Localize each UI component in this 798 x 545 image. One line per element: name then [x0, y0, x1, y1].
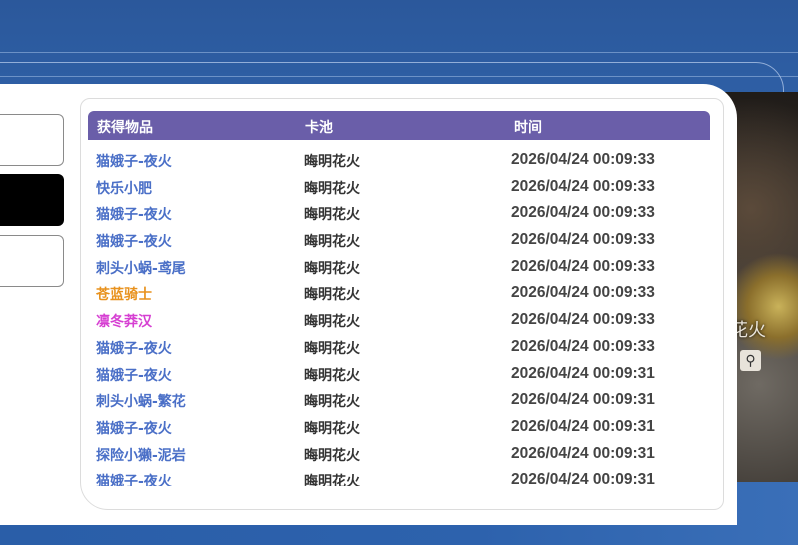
- item-name: 探险小獭-泥岩: [96, 447, 186, 464]
- table-row: 凛冬莽汉 晦明花火 2026/04/24 00:09:33: [81, 308, 723, 335]
- decor-stripe: [0, 52, 798, 53]
- table-row: 猫娥子-夜火 晦明花火 2026/04/24 00:09:33: [81, 201, 723, 228]
- pool-name: 晦明花火: [304, 420, 360, 437]
- draw-time: 2026/04/24 00:09:31: [511, 417, 655, 435]
- pool-name: 晦明花火: [304, 367, 360, 384]
- table-row: 猫娥子-夜火 晦明花火 2026/04/24 00:09:31: [81, 362, 723, 389]
- list-header: 获得物品 卡池 时间: [88, 111, 710, 140]
- side-tab-2-active[interactable]: [0, 174, 64, 226]
- draw-time: 2026/04/24 00:09:31: [511, 471, 655, 486]
- search-icon[interactable]: ⚲: [740, 350, 761, 371]
- table-row: 刺头小蜗-鸢尾 晦明花火 2026/04/24 00:09:33: [81, 255, 723, 282]
- draw-time: 2026/04/24 00:09:31: [511, 444, 655, 462]
- item-name: 凛冬莽汉: [96, 314, 152, 331]
- pool-name: 晦明花火: [304, 287, 360, 304]
- pool-name: 晦明花火: [304, 234, 360, 251]
- item-name: 猫娥子-夜火: [96, 234, 172, 251]
- column-header-pool: 卡池: [305, 120, 333, 136]
- draw-time: 2026/04/24 00:09:33: [511, 257, 655, 275]
- draw-time: 2026/04/24 00:09:33: [511, 231, 655, 249]
- item-name: 猫娥子-夜火: [96, 474, 172, 486]
- history-rows[interactable]: 猫娥子-夜火 晦明花火 2026/04/24 00:09:33 快乐小肥 晦明花火 202…: [81, 148, 723, 486]
- item-name: 猫娥子-夜火: [96, 420, 172, 437]
- draw-time: 2026/04/24 00:09:33: [511, 337, 655, 355]
- table-row: 猫娥子-夜火 晦明花火 2026/04/24 00:09:31: [81, 415, 723, 442]
- item-name: 刺头小蜗-鸢尾: [96, 260, 186, 277]
- item-name: 猫娥子-夜火: [96, 207, 172, 224]
- draw-history-list: 获得物品 卡池 时间 猫娥子-夜火 晦明花火 2026/04/24 00:09:33…: [80, 98, 724, 510]
- side-tab-1[interactable]: [0, 114, 64, 166]
- pool-name: 晦明花火: [304, 180, 360, 197]
- pool-name: 晦明花火: [304, 260, 360, 277]
- item-name: 猫娥子-夜火: [96, 367, 172, 384]
- table-row: 猫娥子-夜火 晦明花火 2026/04/24 00:09:33: [81, 335, 723, 362]
- draw-time: 2026/04/24 00:09:33: [511, 151, 655, 168]
- table-row: 快乐小肥 晦明花火 2026/04/24 00:09:33: [81, 175, 723, 202]
- table-row: 猫娥子-夜火 晦明花火 2026/04/24 00:09:31: [81, 468, 723, 486]
- item-name: 猫娥子-夜火: [96, 154, 172, 170]
- item-name: 苍蓝骑士: [96, 287, 152, 304]
- table-row: 猫娥子-夜火 晦明花火 2026/04/24 00:09:33: [81, 228, 723, 255]
- draw-time: 2026/04/24 00:09:33: [511, 177, 655, 195]
- pool-name: 晦明花火: [304, 154, 360, 170]
- pool-name: 晦明花火: [304, 474, 360, 486]
- pool-name: 晦明花火: [304, 314, 360, 331]
- pool-name: 晦明花火: [304, 207, 360, 224]
- table-row: 刺头小蜗-繁花 晦明花火 2026/04/24 00:09:31: [81, 388, 723, 415]
- item-name: 猫娥子-夜火: [96, 340, 172, 357]
- draw-time: 2026/04/24 00:09:33: [511, 311, 655, 329]
- pool-name: 晦明花火: [304, 447, 360, 464]
- table-row: 探险小獭-泥岩 晦明花火 2026/04/24 00:09:31: [81, 442, 723, 469]
- table-row: 苍蓝骑士 晦明花火 2026/04/24 00:09:33: [81, 281, 723, 308]
- side-tab-3[interactable]: [0, 235, 64, 287]
- item-name: 快乐小肥: [96, 180, 152, 197]
- column-header-item: 获得物品: [97, 120, 153, 136]
- item-name: 刺头小蜗-繁花: [96, 394, 186, 411]
- column-header-time: 时间: [514, 120, 542, 136]
- table-row: 猫娥子-夜火 晦明花火 2026/04/24 00:09:33: [81, 148, 723, 175]
- pool-name: 晦明花火: [304, 340, 360, 357]
- pool-name: 晦明花火: [304, 394, 360, 411]
- draw-time: 2026/04/24 00:09:31: [511, 364, 655, 382]
- draw-time: 2026/04/24 00:09:31: [511, 391, 655, 409]
- draw-time: 2026/04/24 00:09:33: [511, 204, 655, 222]
- draw-time: 2026/04/24 00:09:33: [511, 284, 655, 302]
